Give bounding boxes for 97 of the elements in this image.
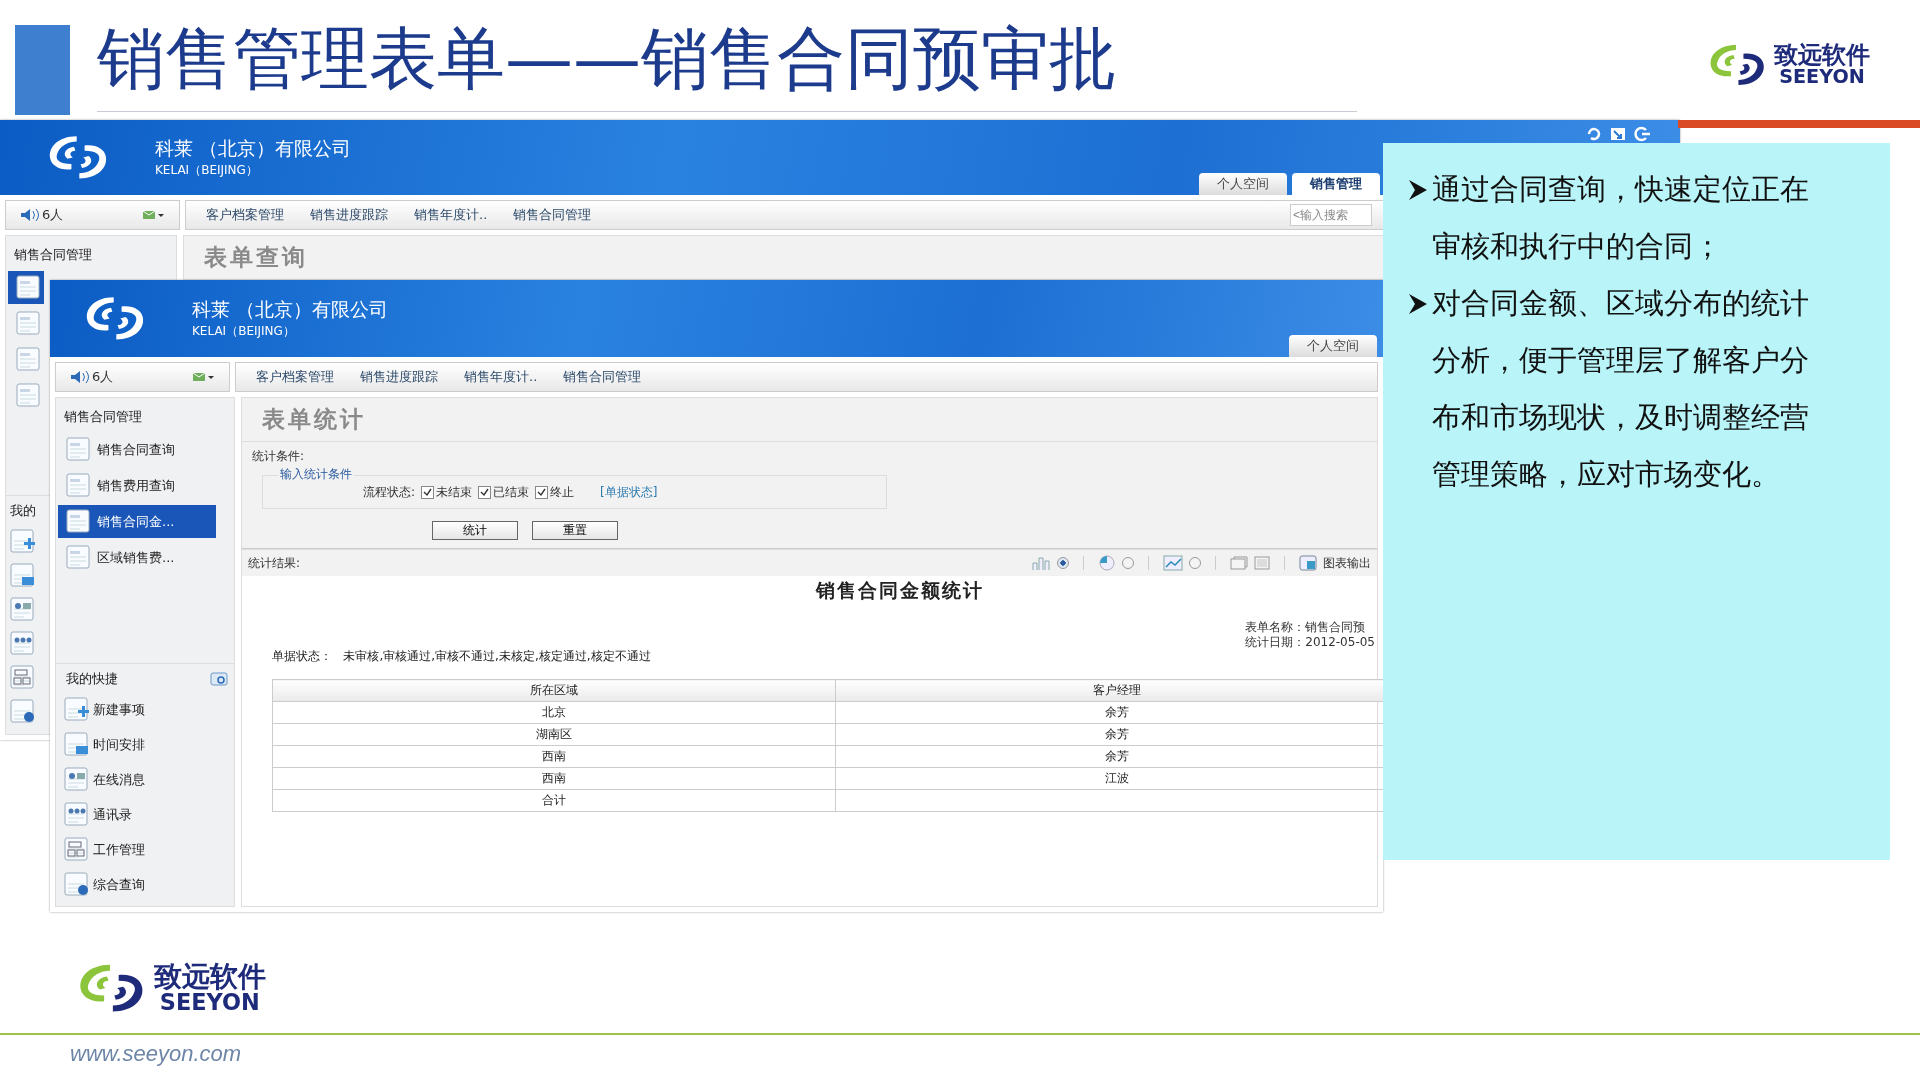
menu-item[interactable]: 销售年度计.. xyxy=(414,206,488,224)
speaker-icon xyxy=(70,370,90,384)
document-icon xyxy=(16,383,41,408)
menu-item[interactable]: 销售进度跟踪 xyxy=(310,206,388,224)
company-name-english: KELAI（BEIJING） xyxy=(155,162,259,179)
column-header: 客户经理 xyxy=(835,679,1383,702)
checkbox[interactable] xyxy=(478,485,492,499)
logo-name: 致远软件 xyxy=(1774,43,1870,68)
company-name: 科莱 （北京）有限公司 xyxy=(155,136,352,161)
checkbox[interactable] xyxy=(535,485,549,499)
menu-item[interactable]: 客户档案管理 xyxy=(256,368,334,386)
document-icon xyxy=(66,437,91,462)
page-title: 表单统计 xyxy=(242,398,1377,442)
slide-title: 销售管理表单——销售合同预审批 xyxy=(97,14,1357,112)
table-cell: 西南 xyxy=(272,767,836,790)
report-title: 销售合同金额统计 xyxy=(815,578,984,603)
note-plus-icon xyxy=(10,528,35,554)
people-icon xyxy=(64,802,89,827)
document-status: 单据状态： 未审核,审核通过,审核不通过,未核定,核定通过,核定不通过 xyxy=(272,650,652,664)
online-count[interactable]: 6人 xyxy=(70,368,114,386)
status-label: 流程状态: xyxy=(363,483,416,501)
online-count[interactable]: 6人 xyxy=(20,206,64,224)
group-legend: 输入统计条件 xyxy=(278,466,354,483)
form-button[interactable]: 统计 xyxy=(432,521,518,540)
document-icon xyxy=(66,473,91,498)
shortcut-item[interactable]: 通讯录 xyxy=(56,797,234,832)
sidebar-title: 销售合同管理 xyxy=(13,246,93,264)
shortcut-item[interactable]: 时间安排 xyxy=(56,727,234,762)
report-meta: 表单名称：销售合同预 xyxy=(1245,620,1367,635)
menu-item[interactable]: 销售年度计.. xyxy=(464,368,538,386)
chart-type-radio[interactable] xyxy=(1057,557,1069,569)
menu-item[interactable]: 销售合同管理 xyxy=(563,368,642,386)
company-name: 科莱 （北京）有限公司 xyxy=(192,297,389,322)
shortcut-item[interactable]: 新建事项 xyxy=(56,692,234,727)
sidebar-item[interactable]: 销售费用查询 xyxy=(58,469,216,502)
header-tab[interactable]: 个人空间 xyxy=(1289,335,1377,357)
mail-dropdown-icon[interactable] xyxy=(143,210,165,220)
logo-wordmark: SEEYON xyxy=(159,990,260,1014)
header-tab[interactable]: 销售管理 xyxy=(1292,173,1380,195)
chart-type-radio[interactable] xyxy=(1189,557,1201,569)
shortcuts-title: 我的 xyxy=(10,502,36,520)
document-icon xyxy=(16,347,41,372)
sidebar-title: 销售合同管理 xyxy=(63,408,143,426)
pie-chart-icon[interactable] xyxy=(1098,555,1116,571)
column-header: 所在区域 xyxy=(272,679,836,702)
line-chart-icon[interactable] xyxy=(1163,555,1183,571)
note-plus-icon xyxy=(64,697,89,722)
refresh-icon[interactable] xyxy=(1586,126,1602,142)
grid-icon xyxy=(10,664,35,690)
table-cell: 北京 xyxy=(272,701,836,724)
status-link[interactable]: [单据状态] xyxy=(600,483,658,501)
arrowhead-icon xyxy=(1408,179,1428,201)
speaker-icon xyxy=(20,208,40,222)
status-checkbox[interactable]: 未结束 xyxy=(421,483,473,501)
sidebar-item[interactable]: 区域销售费... xyxy=(58,541,216,574)
people-icon xyxy=(10,630,35,656)
chart-type-radio[interactable] xyxy=(1122,557,1134,569)
status-checkbox[interactable]: 终止 xyxy=(535,483,575,501)
logo-name: 致远软件 xyxy=(153,962,266,991)
export-label[interactable]: 图表输出 xyxy=(1323,554,1371,572)
arrowhead-icon xyxy=(1408,293,1428,315)
window-icon[interactable] xyxy=(1230,556,1248,570)
website-url: www.seeyon.com xyxy=(70,1041,242,1067)
shortcut-item[interactable]: 在线消息 xyxy=(56,762,234,797)
sidebar-item[interactable]: 销售合同金... xyxy=(58,505,216,538)
document-icon xyxy=(16,311,41,336)
document-icon xyxy=(16,275,41,300)
company-name-english: KELAI（BEIJING） xyxy=(192,323,296,340)
bullet-text: 对合同金额、区域分布的统计分析，便于管理层了解客户分布和市场现状，及时调整经营管理策略，应对市场变化。 xyxy=(1432,285,1810,493)
header-tab[interactable]: 个人空间 xyxy=(1199,173,1287,195)
export-icon[interactable] xyxy=(1299,555,1317,571)
conditions-label: 统计条件: xyxy=(252,448,306,465)
minimize-icon[interactable] xyxy=(1610,126,1626,142)
results-label: 统计结果: xyxy=(248,554,301,572)
menu-item[interactable]: 销售进度跟踪 xyxy=(360,368,438,386)
table-cell: 西南 xyxy=(272,745,836,768)
form-button[interactable]: 重置 xyxy=(532,521,618,540)
mail-dropdown-icon[interactable] xyxy=(193,372,215,382)
shortcut-item[interactable]: 综合查询 xyxy=(56,867,234,902)
status-checkbox[interactable]: 已结束 xyxy=(478,483,530,501)
report-meta: 统计日期：2012-05-05 xyxy=(1245,635,1375,650)
menu-item[interactable]: 客户档案管理 xyxy=(206,206,284,224)
document-icon xyxy=(66,545,91,570)
menu-item[interactable]: 销售合同管理 xyxy=(513,206,592,224)
search-field[interactable]: <输入搜索 xyxy=(1290,204,1372,226)
shortcut-item[interactable]: 工作管理 xyxy=(56,832,234,867)
sidebar-item[interactable] xyxy=(8,271,44,304)
document-icon xyxy=(66,509,91,534)
sidebar-item[interactable]: 销售合同查询 xyxy=(58,433,216,466)
grid-icon xyxy=(64,837,89,862)
logo-wordmark: SEEYON xyxy=(1779,67,1865,87)
logout-icon[interactable] xyxy=(1634,126,1650,142)
shortcuts-title: 我的快捷 xyxy=(66,670,118,688)
camera-icon[interactable] xyxy=(210,672,228,686)
checkbox[interactable] xyxy=(421,485,435,499)
table-cell: 湖南区 xyxy=(272,723,836,746)
table-cell: 合计 xyxy=(272,789,836,812)
